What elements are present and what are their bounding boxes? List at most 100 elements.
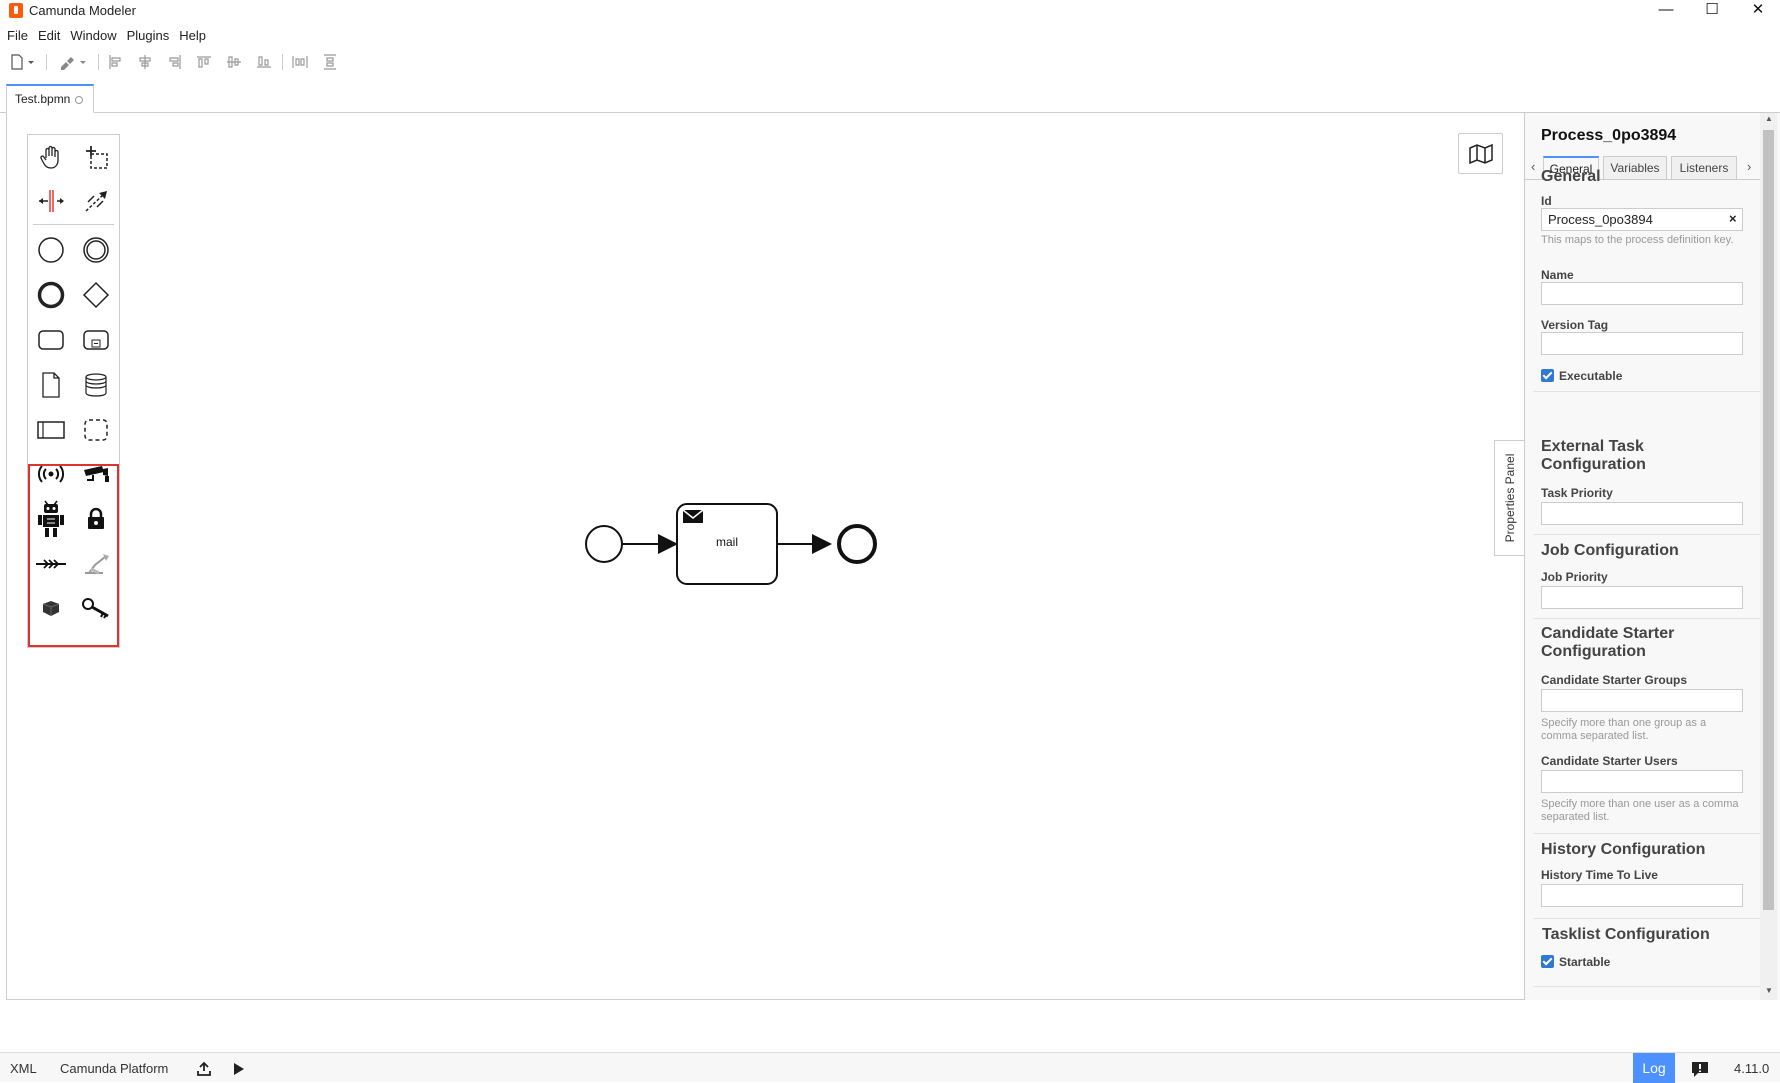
candidate-users-label: Candidate Starter Users <box>1541 754 1678 768</box>
group-separator <box>1533 391 1761 392</box>
tab-bar: Test.bpmn <box>0 84 1780 113</box>
edit-tool-icon[interactable] <box>58 54 88 70</box>
map-icon <box>1468 143 1493 164</box>
task-label: mail <box>715 535 738 549</box>
log-button[interactable]: Log <box>1633 1053 1675 1083</box>
minimize-button[interactable]: — <box>1643 0 1689 22</box>
pool-icon[interactable] <box>31 410 71 450</box>
unsaved-indicator-icon <box>75 96 84 104</box>
align-center-icon[interactable] <box>138 54 152 70</box>
candidate-starter-heading: Candidate Starter Configuration <box>1541 625 1675 660</box>
status-bar: XML Camunda Platform Log 4.11.0 <box>0 1052 1780 1083</box>
version-tag-input[interactable] <box>1541 332 1743 355</box>
maximize-button[interactable]: ☐ <box>1689 0 1735 22</box>
start-event[interactable] <box>585 525 623 563</box>
toolbar-separator <box>46 54 47 70</box>
platform-label: Camunda Platform <box>60 1061 169 1076</box>
start-instance-icon[interactable] <box>232 1061 246 1077</box>
align-right-icon[interactable] <box>168 54 182 70</box>
align-top-icon[interactable] <box>196 54 212 70</box>
data-store-icon[interactable] <box>76 365 116 405</box>
tab-listeners[interactable]: Listeners <box>1671 156 1737 180</box>
menu-edit[interactable]: Edit <box>33 26 65 46</box>
tabs-next-icon[interactable]: › <box>1747 159 1751 174</box>
properties-panel-toggle[interactable]: Properties Panel <box>1494 440 1524 556</box>
lasso-tool-icon[interactable] <box>76 137 116 177</box>
new-file-icon[interactable] <box>10 54 36 70</box>
name-label: Name <box>1541 268 1574 282</box>
envelope-icon <box>682 509 704 523</box>
history-ttl-label: History Time To Live <box>1541 868 1658 882</box>
job-priority-input[interactable] <box>1541 586 1743 609</box>
general-heading: General <box>1541 168 1601 185</box>
tabs-prev-icon[interactable]: ‹ <box>1531 159 1535 174</box>
align-middle-icon[interactable] <box>226 54 242 70</box>
close-window-button[interactable]: ✕ <box>1735 0 1780 22</box>
menu-bar: File Edit Window Plugins Help <box>0 26 211 46</box>
tab-variables[interactable]: Variables <box>1603 156 1667 180</box>
group-separator <box>1533 618 1761 619</box>
history-ttl-input[interactable] <box>1541 884 1743 907</box>
group-icon[interactable] <box>76 410 116 450</box>
executable-label: Executable <box>1559 369 1623 383</box>
minimap-toggle[interactable] <box>1458 133 1503 174</box>
end-event[interactable] <box>837 524 877 564</box>
task-priority-label: Task Priority <box>1541 486 1613 500</box>
properties-panel: Process_0po3894 ‹ General Variables List… <box>1524 113 1780 1000</box>
tab-test-bpmn[interactable]: Test.bpmn <box>6 84 94 113</box>
id-label: Id <box>1541 194 1552 208</box>
align-bottom-icon[interactable] <box>256 54 272 70</box>
menu-file[interactable]: File <box>0 26 33 46</box>
group-separator <box>1533 833 1761 834</box>
candidate-users-input[interactable] <box>1541 770 1743 793</box>
version-tag-label: Version Tag <box>1541 318 1609 332</box>
candidate-groups-label: Candidate Starter Groups <box>1541 673 1688 687</box>
xml-button[interactable]: XML <box>10 1061 37 1076</box>
candidate-groups-input[interactable] <box>1541 689 1743 712</box>
scrollbar-thumb[interactable] <box>1763 130 1774 910</box>
group-separator <box>1533 918 1761 919</box>
menu-window[interactable]: Window <box>65 26 121 46</box>
plugin-elements-highlight <box>28 464 119 647</box>
executable-checkbox[interactable] <box>1541 369 1554 382</box>
toolbar-separator <box>282 54 283 70</box>
properties-panel-toggle-label: Properties Panel <box>1502 453 1517 543</box>
version-label: 4.11.0 <box>1734 1061 1770 1076</box>
feedback-icon[interactable] <box>1690 1060 1710 1078</box>
job-priority-label: Job Priority <box>1541 570 1608 584</box>
task-priority-input[interactable] <box>1541 502 1743 525</box>
distribute-vertical-icon[interactable] <box>322 54 338 70</box>
candidate-users-hint: Specify more than one user as a comma se… <box>1541 798 1739 823</box>
name-input[interactable] <box>1541 282 1743 305</box>
id-input[interactable] <box>1541 208 1743 231</box>
start-event-icon[interactable] <box>31 230 71 270</box>
id-hint: This maps to the process definition key. <box>1541 234 1734 246</box>
menu-plugins[interactable]: Plugins <box>122 26 175 46</box>
intermediate-event-icon[interactable] <box>76 230 116 270</box>
tasklist-configuration-heading: Tasklist Configuration <box>1542 926 1710 943</box>
toolbar-separator <box>98 54 99 70</box>
title-bar: Camunda Modeler — ☐ ✕ <box>0 0 1780 22</box>
gateway-icon[interactable] <box>76 275 116 315</box>
palette-separator <box>33 224 114 225</box>
distribute-horizontal-icon[interactable] <box>292 54 308 70</box>
end-event-icon[interactable] <box>31 275 71 315</box>
job-configuration-heading: Job Configuration <box>1541 542 1679 559</box>
camunda-logo-icon <box>9 3 23 18</box>
clear-id-icon[interactable]: × <box>1729 211 1737 226</box>
hand-tool-icon[interactable] <box>31 137 71 177</box>
startable-label: Startable <box>1559 955 1611 969</box>
space-tool-icon[interactable] <box>31 181 71 221</box>
data-object-icon[interactable] <box>31 365 71 405</box>
task-icon[interactable] <box>31 320 71 360</box>
global-connect-tool-icon[interactable] <box>76 181 116 221</box>
window-title: Camunda Modeler <box>29 3 136 18</box>
deploy-icon[interactable] <box>196 1061 212 1077</box>
startable-checkbox[interactable] <box>1541 955 1554 968</box>
menu-help[interactable]: Help <box>174 26 211 46</box>
subprocess-icon[interactable] <box>76 320 116 360</box>
align-left-icon[interactable] <box>108 54 122 70</box>
history-configuration-heading: History Configuration <box>1541 841 1706 858</box>
tab-label: Test.bpmn <box>15 92 71 106</box>
external-task-heading: External Task Configuration <box>1541 438 1646 473</box>
